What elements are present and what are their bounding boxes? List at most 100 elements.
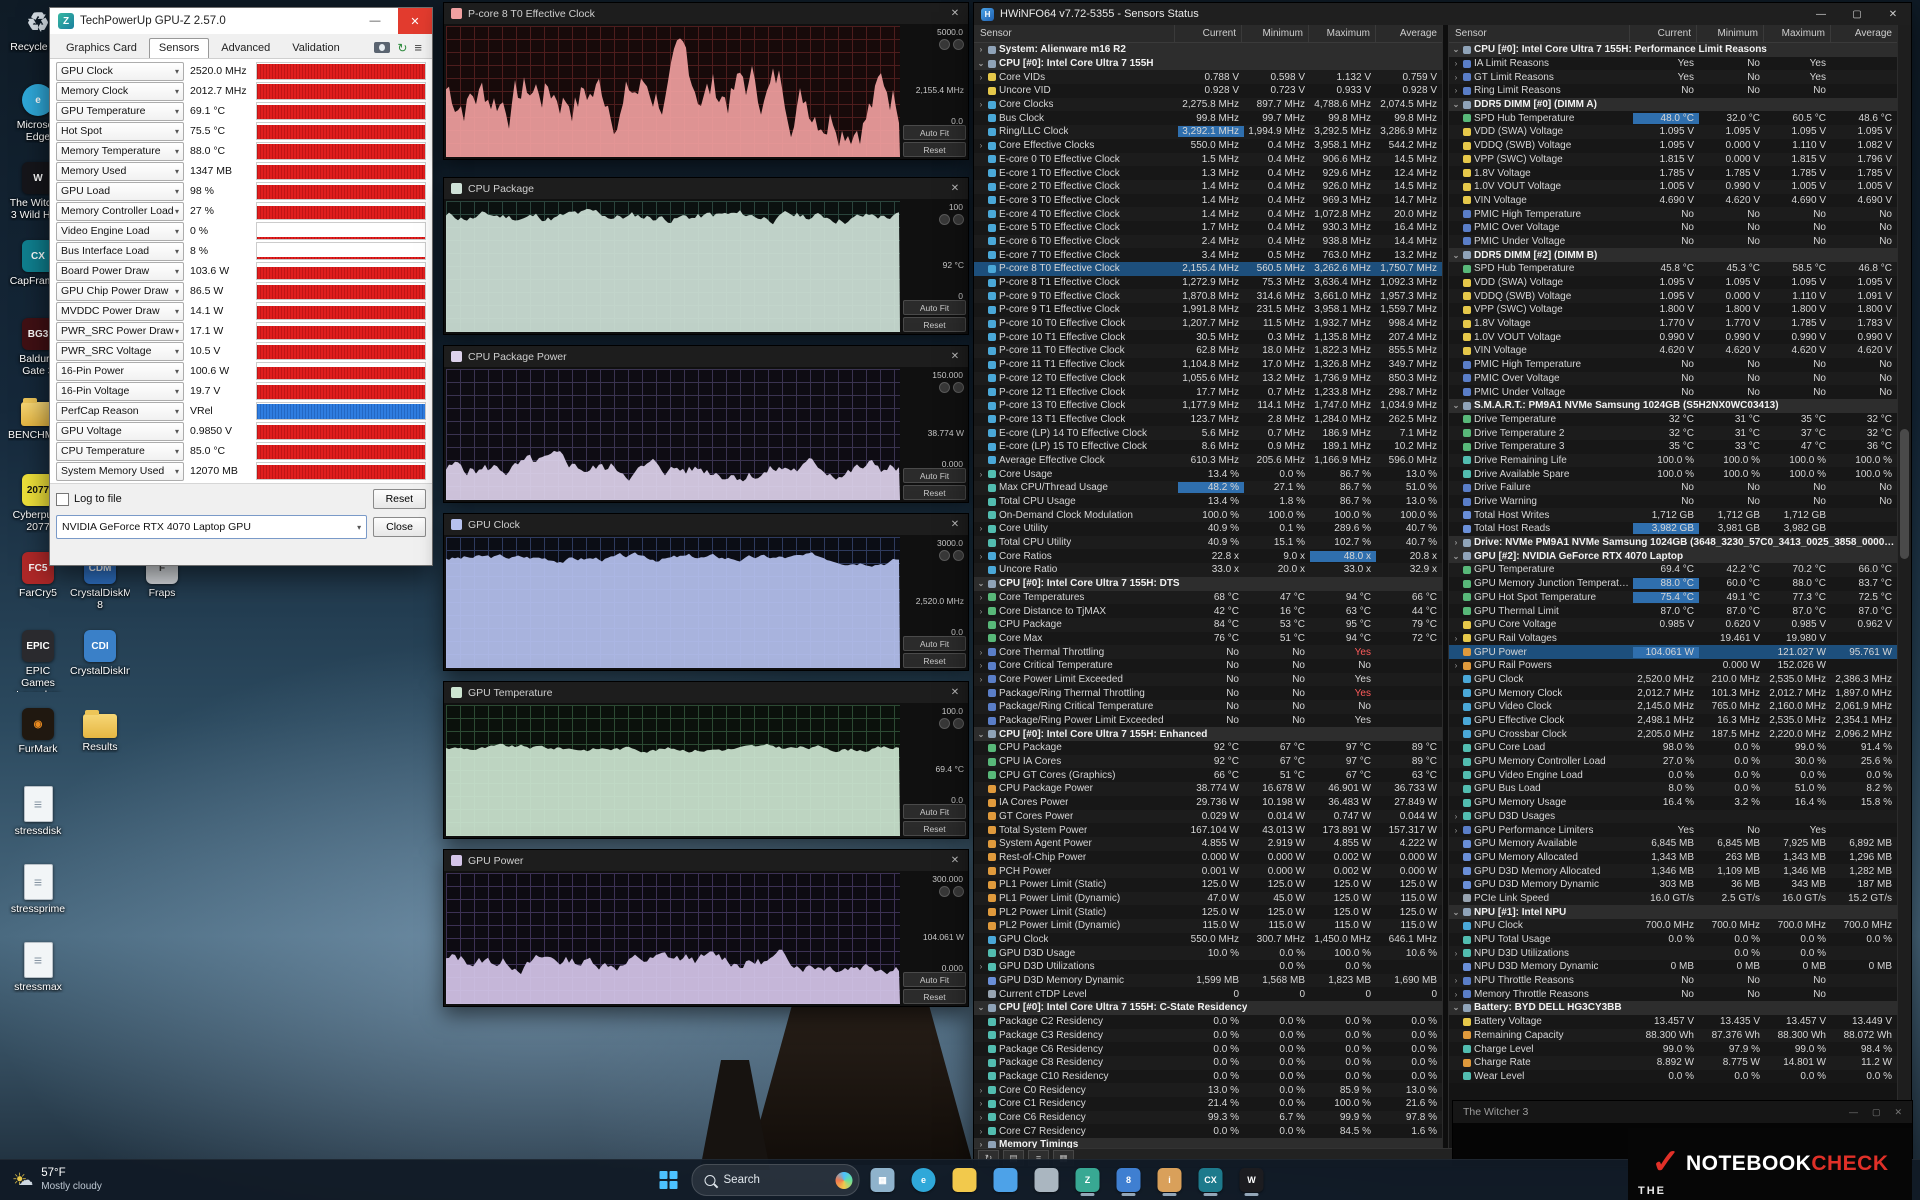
hwinfo-sensor-p-core-11-t0-effective-clock[interactable]: P-core 11 T0 Effective Clock62.8 MHz18.0… bbox=[974, 344, 1442, 358]
hwinfo-sensor-gpu-d3d-usages[interactable]: ›GPU D3D Usages bbox=[1449, 810, 1897, 824]
menu-icon[interactable]: ≡ bbox=[414, 41, 422, 54]
column-header-current[interactable]: Current bbox=[1174, 25, 1241, 42]
hwinfo-sensor-drive-failure[interactable]: Drive FailureNoNoNoNo bbox=[1449, 481, 1897, 495]
hwinfo-sensor-e-core-5-t0-effective-clock[interactable]: E-core 5 T0 Effective Clock1.7 MHz0.4 MH… bbox=[974, 221, 1442, 235]
graph-titlebar[interactable]: CPU Package Power✕ bbox=[444, 346, 968, 367]
hwinfo-sensor-vddq-swb-voltage[interactable]: VDDQ (SWB) Voltage1.095 V0.000 V1.110 V1… bbox=[1449, 289, 1897, 303]
hwinfo-sensor-p-core-12-t0-effective-clock[interactable]: P-core 12 T0 Effective Clock1,055.6 MHz1… bbox=[974, 372, 1442, 386]
taskbar-icon-the-witcher-3[interactable]: W bbox=[1234, 1162, 1270, 1198]
hwinfo-sensor-1-8v-voltage[interactable]: 1.8V Voltage1.770 V1.770 V1.785 V1.783 V bbox=[1449, 317, 1897, 331]
maximize-button[interactable]: ▢ bbox=[1872, 1107, 1881, 1118]
tab-graphics-card[interactable]: Graphics Card bbox=[56, 38, 147, 58]
hwinfo-sensor-e-core-1-t0-effective-clock[interactable]: E-core 1 T0 Effective Clock1.3 MHz0.4 MH… bbox=[974, 166, 1442, 180]
hwinfo-sensor-core-ratios[interactable]: ›Core Ratios22.8 x9.0 x48.0 x20.8 x bbox=[974, 549, 1442, 563]
desktop-icon-epic-games-launcher[interactable]: EPICEPIC Games Launcher bbox=[8, 630, 68, 692]
hwinfo-sensor-spd-hub-temperature[interactable]: SPD Hub Temperature45.8 °C45.3 °C58.5 °C… bbox=[1449, 262, 1897, 276]
graph-reset-button[interactable]: Reset bbox=[903, 821, 966, 836]
maximize-button[interactable]: ▢ bbox=[1839, 3, 1875, 25]
hwinfo-sensor-drive-temperature[interactable]: Drive Temperature32 °C31 °C35 °C32 °C bbox=[1449, 413, 1897, 427]
auto-fit-button[interactable]: Auto Fit bbox=[903, 636, 966, 651]
graph-settings-dot[interactable] bbox=[939, 382, 950, 393]
hwinfo-section-battery-byd-dell-hg3cy3bb[interactable]: ⌄Battery: BYD DELL HG3CY3BB bbox=[1449, 1001, 1897, 1015]
graph-settings-dot[interactable] bbox=[939, 39, 950, 50]
hwinfo-sensor-vpp-swc-voltage[interactable]: VPP (SWC) Voltage1.800 V1.800 V1.800 V1.… bbox=[1449, 303, 1897, 317]
minimize-button[interactable]: — bbox=[1849, 1107, 1858, 1118]
hwinfo-sensor-total-cpu-utility[interactable]: Total CPU Utility40.9 %15.1 %102.7 %40.7… bbox=[974, 536, 1442, 550]
hwinfo-sensor-gpu-video-clock[interactable]: GPU Video Clock2,145.0 MHz765.0 MHz2,160… bbox=[1449, 700, 1897, 714]
gpuz-sensor-name-dropdown[interactable]: GPU Load▾ bbox=[56, 182, 184, 201]
close-icon[interactable]: ✕ bbox=[942, 3, 968, 24]
graph-reset-button[interactable]: Reset bbox=[903, 317, 966, 332]
close-button[interactable]: ✕ bbox=[1875, 3, 1911, 25]
hwinfo-sensor-pcie-link-speed[interactable]: PCIe Link Speed16.0 GT/s2.5 GT/s16.0 GT/… bbox=[1449, 892, 1897, 906]
taskbar-icon-file-explorer[interactable] bbox=[947, 1162, 983, 1198]
hwinfo-sensor-npu-clock[interactable]: NPU Clock700.0 MHz700.0 MHz700.0 MHz700.… bbox=[1449, 919, 1897, 933]
scrollbar-thumb[interactable] bbox=[1900, 429, 1909, 559]
hwinfo-sensor-total-host-reads[interactable]: Total Host Reads3,982 GB3,981 GB3,982 GB bbox=[1449, 522, 1897, 536]
column-header-minimum[interactable]: Minimum bbox=[1241, 25, 1308, 42]
hwinfo-section-gpu-2-nvidia-geforce-rtx-4070-laptop[interactable]: ⌄GPU [#2]: NVIDIA GeForce RTX 4070 Lapto… bbox=[1449, 549, 1897, 563]
close-window-button[interactable]: Close bbox=[373, 517, 426, 537]
gpuz-sensor-name-dropdown[interactable]: Bus Interface Load▾ bbox=[56, 242, 184, 261]
hwinfo-section-cpu-0-intel-core-ultra-7-155h[interactable]: ⌄CPU [#0]: Intel Core Ultra 7 155H bbox=[974, 57, 1442, 71]
reset-button[interactable]: Reset bbox=[373, 489, 426, 509]
column-header-maximum[interactable]: Maximum bbox=[1763, 25, 1830, 42]
graph-titlebar[interactable]: GPU Temperature✕ bbox=[444, 682, 968, 703]
hwinfo-section-ddr5-dimm-2-dimm-b[interactable]: ⌄DDR5 DIMM [#2] (DIMM B) bbox=[1449, 248, 1897, 262]
hwinfo-sensor-core-c6-residency[interactable]: ›Core C6 Residency99.3 %6.7 %99.9 %97.8 … bbox=[974, 1111, 1442, 1125]
hwinfo-sensor-battery-voltage[interactable]: Battery Voltage13.457 V13.435 V13.457 V1… bbox=[1449, 1015, 1897, 1029]
hwinfo-sensor-gpu-d3d-usage[interactable]: GPU D3D Usage10.0 %0.0 %100.0 %10.6 % bbox=[974, 946, 1442, 960]
hwinfo-sensor-pmic-under-voltage[interactable]: PMIC Under VoltageNoNoNoNo bbox=[1449, 235, 1897, 249]
hwinfo-sensor-cpu-package-power[interactable]: CPU Package Power38.774 W16.678 W46.901 … bbox=[974, 782, 1442, 796]
hwinfo-sensor-gpu-power[interactable]: GPU Power104.061 W121.027 W95.761 W bbox=[1449, 645, 1897, 659]
hwinfo-sensor-gt-limit-reasons[interactable]: ›GT Limit ReasonsYesNoYes bbox=[1449, 70, 1897, 84]
hwinfo-sensor-ia-limit-reasons[interactable]: ›IA Limit ReasonsYesNoYes bbox=[1449, 57, 1897, 71]
hwinfo-sensor-ring-limit-reasons[interactable]: ›Ring Limit ReasonsNoNoNo bbox=[1449, 84, 1897, 98]
hwinfo-sensor-package-c3-residency[interactable]: Package C3 Residency0.0 %0.0 %0.0 %0.0 % bbox=[974, 1029, 1442, 1043]
graph-reset-button[interactable]: Reset bbox=[903, 653, 966, 668]
hwinfo-sensor-e-core-6-t0-effective-clock[interactable]: E-core 6 T0 Effective Clock2.4 MHz0.4 MH… bbox=[974, 235, 1442, 249]
hwinfo-sensor-p-core-9-t1-effective-clock[interactable]: P-core 9 T1 Effective Clock1,991.8 MHz23… bbox=[974, 303, 1442, 317]
hwinfo-sensor-gpu-d3d-utilizations[interactable]: ›GPU D3D Utilizations0.0 %0.0 % bbox=[974, 960, 1442, 974]
hwinfo-sensor-package-c8-residency[interactable]: Package C8 Residency0.0 %0.0 %0.0 %0.0 % bbox=[974, 1056, 1442, 1070]
hwinfo-sensor-remaining-capacity[interactable]: Remaining Capacity88.300 Wh87.376 Wh88.3… bbox=[1449, 1029, 1897, 1043]
hwinfo-sensor-package-c6-residency[interactable]: Package C6 Residency0.0 %0.0 %0.0 %0.0 % bbox=[974, 1042, 1442, 1056]
hwinfo-sensor-p-core-13-t0-effective-clock[interactable]: P-core 13 T0 Effective Clock1,177.9 MHz1… bbox=[974, 399, 1442, 413]
hwinfo-sensor-core-c7-residency[interactable]: ›Core C7 Residency0.0 %0.0 %84.5 %1.6 % bbox=[974, 1124, 1442, 1138]
gpuz-sensor-name-dropdown[interactable]: MVDDC Power Draw▾ bbox=[56, 302, 184, 321]
witcher3-titlebar[interactable]: The Witcher 3 — ▢ ✕ bbox=[1453, 1101, 1912, 1123]
hwinfo-sensor-spd-hub-temperature[interactable]: SPD Hub Temperature48.0 °C32.0 °C60.5 °C… bbox=[1449, 111, 1897, 125]
column-header-current[interactable]: Current bbox=[1629, 25, 1696, 42]
scrollbar[interactable] bbox=[1897, 25, 1911, 1148]
desktop-icon-results[interactable]: Results bbox=[70, 708, 130, 753]
weather-widget[interactable]: ☀☁ 57°F Mostly cloudy bbox=[0, 1167, 114, 1193]
hwinfo-sensor-npu-d3d-utilizations[interactable]: ›NPU D3D Utilizations0.0 %0.0 % bbox=[1449, 946, 1897, 960]
hwinfo-sensor-1-8v-voltage[interactable]: 1.8V Voltage1.785 V1.785 V1.785 V1.785 V bbox=[1449, 166, 1897, 180]
desktop-icon-stressdisk[interactable]: ≡stressdisk bbox=[8, 786, 68, 837]
graph-settings-dot[interactable] bbox=[953, 382, 964, 393]
hwinfo-sensor-core-distance-to-tjmax[interactable]: ›Core Distance to TjMAX42 °C16 °C63 °C44… bbox=[974, 604, 1442, 618]
hwinfo-sensor-pl2-power-limit-dynamic[interactable]: PL2 Power Limit (Dynamic)115.0 W115.0 W1… bbox=[974, 919, 1442, 933]
hwinfo-sensor-package-ring-critical-temperature[interactable]: Package/Ring Critical TemperatureNoNoNo bbox=[974, 700, 1442, 714]
minimize-button[interactable]: — bbox=[1803, 3, 1839, 25]
hwinfo-sensor-1-0v-vout-voltage[interactable]: 1.0V VOUT Voltage0.990 V0.990 V0.990 V0.… bbox=[1449, 330, 1897, 344]
hwinfo-sensor-gpu-hot-spot-temperature[interactable]: GPU Hot Spot Temperature75.4 °C49.1 °C77… bbox=[1449, 591, 1897, 605]
hwinfo-sensor-npu-throttle-reasons[interactable]: ›NPU Throttle ReasonsNoNoNo bbox=[1449, 974, 1897, 988]
hwinfo-sensor-memory-throttle-reasons[interactable]: ›Memory Throttle ReasonsNoNoNo bbox=[1449, 987, 1897, 1001]
column-header-average[interactable]: Average bbox=[1375, 25, 1442, 42]
hwinfo-sensor-gpu-memory-controller-load[interactable]: GPU Memory Controller Load27.0 %0.0 %30.… bbox=[1449, 755, 1897, 769]
hwinfo-sensor-max-cpu-thread-usage[interactable]: Max CPU/Thread Usage48.2 %27.1 %86.7 %51… bbox=[974, 481, 1442, 495]
hwinfo-sensor-core-vids[interactable]: ›Core VIDs0.788 V0.598 V1.132 V0.759 V bbox=[974, 70, 1442, 84]
hwinfo-sensor-gpu-memory-usage[interactable]: GPU Memory Usage16.4 %3.2 %16.4 %15.8 % bbox=[1449, 796, 1897, 810]
desktop-icon-crystaldiskinfo[interactable]: CDICrystalDiskInfo bbox=[70, 630, 130, 677]
hwinfo-sensor-gpu-core-voltage[interactable]: GPU Core Voltage0.985 V0.620 V0.985 V0.9… bbox=[1449, 618, 1897, 632]
close-button[interactable]: ✕ bbox=[1894, 1107, 1902, 1118]
hwinfo-sensor-drive-available-spare[interactable]: Drive Available Spare100.0 %100.0 %100.0… bbox=[1449, 467, 1897, 481]
hwinfo-sensor-vpp-swc-voltage[interactable]: VPP (SWC) Voltage1.815 V0.000 V1.815 V1.… bbox=[1449, 153, 1897, 167]
hwinfo-sensor-charge-rate[interactable]: Charge Rate8.892 W8.775 W14.801 W11.2 W bbox=[1449, 1056, 1897, 1070]
hwinfo-sensor-package-c10-residency[interactable]: Package C10 Residency0.0 %0.0 %0.0 %0.0 … bbox=[974, 1070, 1442, 1084]
gpuz-sensor-name-dropdown[interactable]: GPU Temperature▾ bbox=[56, 102, 184, 121]
graph-settings-dot[interactable] bbox=[953, 718, 964, 729]
hwinfo-sensor-gpu-clock[interactable]: GPU Clock2,520.0 MHz210.0 MHz2,535.0 MHz… bbox=[1449, 673, 1897, 687]
hwinfo-sensor-core-temperatures[interactable]: ›Core Temperatures68 °C47 °C94 °C66 °C bbox=[974, 591, 1442, 605]
